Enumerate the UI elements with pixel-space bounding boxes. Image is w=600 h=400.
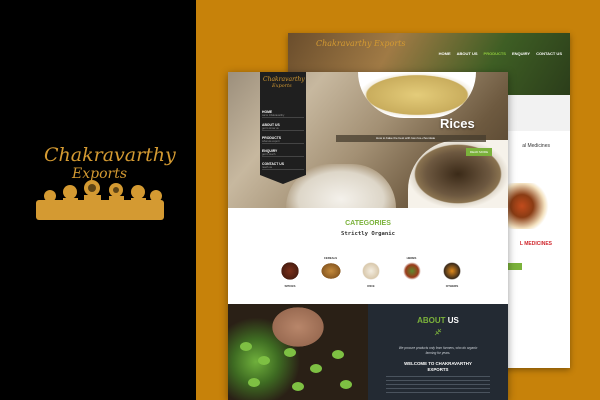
category-label: RICE (367, 284, 375, 288)
category-top-label: HERBS (406, 256, 417, 260)
back-red-text: L MEDICINES (519, 241, 552, 247)
about-line1: We procure products only from farmers, w… (398, 346, 478, 350)
back-nav-about[interactable]: ABOUT US (457, 51, 478, 56)
menu-item-sub: get to know us (262, 127, 279, 130)
category-herbs[interactable]: HERBS (398, 256, 426, 296)
leaf-icon (434, 328, 442, 336)
sprout-image (292, 382, 304, 391)
categories-section: CATEGORIES Strictly Organic SPICES CEREA… (228, 208, 508, 304)
read-more-button[interactable]: READ MORE (466, 148, 492, 156)
menu-item-home[interactable]: HOME we're Chakravarthy (262, 110, 304, 118)
sprout-image (332, 350, 344, 359)
about-welcome1: WELCOME TO CHAKRAVARTHY (404, 361, 472, 366)
herbs-image (400, 262, 423, 280)
front-page-mockup: Rices How to bake the best with low rice… (228, 72, 508, 400)
about-line2: farming for years. (425, 351, 451, 355)
menu-logo-line1: Chakravarthy (263, 76, 305, 83)
hero-title: Rices (440, 116, 475, 131)
categories-title: CATEGORIES (345, 220, 391, 227)
menu-item-sub: reach us (262, 166, 272, 169)
back-nav-products[interactable]: PRODUCTS (484, 51, 506, 56)
category-rice[interactable]: RICE (357, 256, 385, 296)
category-cereals[interactable]: CEREALS (317, 256, 345, 296)
category-label: SPICES (284, 284, 296, 288)
menu-logo-line2: Exports (272, 83, 292, 89)
menu-item-sub: we're Chakravarthy (262, 114, 285, 117)
hand-image (268, 304, 328, 350)
about-title: ABOUT US (368, 316, 508, 325)
cereals-image (319, 262, 342, 280)
others-image (441, 262, 463, 280)
menu-item-products[interactable]: PRODUCTS what we export (262, 136, 304, 144)
category-top-label: CEREALS (323, 256, 338, 260)
category-others[interactable]: OTHERS (438, 256, 466, 296)
about-title-word1: ABOUT (417, 316, 446, 325)
sprout-image (248, 378, 260, 387)
back-medicine-image (502, 183, 552, 229)
about-paragraph (386, 376, 490, 396)
categories-subtitle: Strictly Organic (341, 231, 395, 237)
brand-logo: Chakravarthy Exports (30, 140, 176, 225)
wild-rice-bowl (408, 140, 508, 208)
back-nav: HOME ABOUT US PRODUCTS ENQUIRY CONTACT U… (439, 51, 562, 56)
about-title-word2: US (447, 316, 459, 325)
orange-panel: Chakravarthy Exports HOME ABOUT US PRODU… (196, 0, 600, 400)
left-panel: Chakravarthy Exports (0, 0, 196, 400)
back-nav-contact[interactable]: CONTACT US (536, 51, 562, 56)
sprout-image (340, 380, 352, 389)
side-menu: Chakravarthy Exports HOME we're Chakrava… (260, 72, 306, 184)
menu-item-about[interactable]: ABOUT US get to know us (262, 123, 304, 131)
people-silhouette-icon (36, 180, 164, 220)
menu-logo: Chakravarthy Exports (263, 76, 305, 102)
sprout-image (310, 364, 322, 373)
category-spices[interactable]: SPICES (276, 256, 304, 296)
back-logo: Chakravarthy Exports (316, 39, 406, 48)
spices-image (279, 262, 301, 280)
menu-item-sub: what we export (262, 140, 280, 143)
about-section: ABOUT US We procure products only from f… (368, 304, 508, 400)
sprout-image (284, 348, 296, 357)
rice-bowl-top (358, 72, 476, 118)
categories-row: SPICES CEREALS RICE HERBS OTHERS (276, 256, 466, 296)
menu-item-sub: get in touch (262, 153, 276, 156)
about-welcome2: EXPORTS (427, 367, 449, 372)
back-nav-enquiry[interactable]: ENQUIRY (512, 51, 530, 56)
back-side-text: al Medicines (522, 143, 550, 149)
hero-subtitle: How to bake the best with low rice-choco… (376, 136, 436, 140)
back-nav-home[interactable]: HOME (439, 51, 451, 56)
menu-item-contact[interactable]: CONTACT US reach us (262, 162, 304, 170)
menu-item-enquiry[interactable]: ENQUIRY get in touch (262, 149, 304, 157)
sprout-image (240, 342, 252, 351)
rice-image (360, 262, 382, 280)
sprout-image (258, 356, 270, 365)
category-label: OTHERS (445, 284, 459, 288)
garden-image (228, 304, 368, 400)
